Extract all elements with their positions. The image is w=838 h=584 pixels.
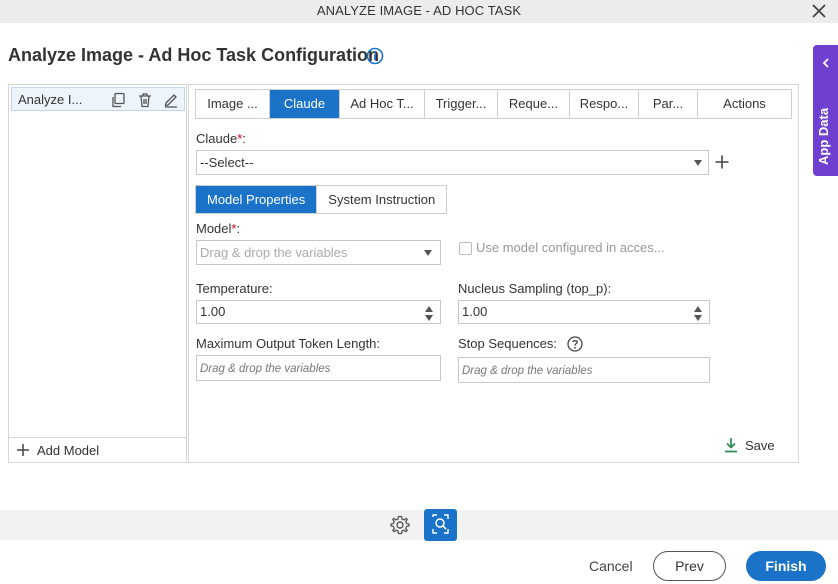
finish-button[interactable]: Finish [746,551,826,581]
tab-claude[interactable]: Claude [270,90,340,118]
tab-bar: Image ... Claude Ad Hoc T... Trigger... … [195,89,792,119]
use-model-checkbox-label: Use model configured in acces... [476,240,665,255]
window-titlebar: ANALYZE IMAGE - AD HOC TASK [0,0,838,23]
use-model-checkbox[interactable] [459,242,472,255]
subtab-model-properties[interactable]: Model Properties [196,186,317,213]
chevron-down-icon [694,160,702,166]
nucleus-sampling-value: 1.00 [462,304,488,319]
model-select[interactable]: Drag & drop the variables [196,240,441,265]
bottom-toolbar [0,510,838,540]
temperature-value: 1.00 [200,304,226,319]
plus-icon [17,444,29,456]
image-search-icon [432,514,449,534]
model-label: Model*: [196,221,240,236]
max-output-token-label: Maximum Output Token Length: [196,336,381,351]
claude-select-value: --Select-- [200,155,254,170]
stop-sequences-input[interactable]: Drag & drop the variables [458,357,710,383]
cancel-button[interactable]: Cancel [589,558,633,574]
window-title: ANALYZE IMAGE - AD HOC TASK [316,3,522,18]
tab-response[interactable]: Respo... [570,90,639,118]
subtab-system-instruction[interactable]: System Instruction [316,186,446,213]
temperature-label: Temperature: [196,281,273,296]
model-select-placeholder: Drag & drop the variables [200,245,348,260]
spin-up-icon[interactable] [425,306,433,312]
nucleus-sampling-label: Nucleus Sampling (top_p): [458,281,612,296]
stop-sequences-label: Stop Sequences: [458,336,558,351]
claude-label-text: Claude [196,131,238,146]
tab-ad-hoc-task[interactable]: Ad Hoc T... [340,90,425,118]
app-data-label: App Data [816,107,831,165]
model-item-label: Analyze I... [18,92,83,107]
tab-parameters[interactable]: Par... [639,90,698,118]
delete-icon[interactable] [137,92,153,108]
claude-select[interactable]: --Select-- [196,150,709,175]
add-model-label: Add Model [37,443,100,458]
stop-sequences-placeholder: Drag & drop the variables [462,365,593,377]
spin-up-icon[interactable] [694,306,702,312]
model-list-panel: Analyze I... Add Model [8,84,187,463]
add-model-button[interactable]: Add Model [9,437,186,462]
prev-button[interactable]: Prev [653,551,726,581]
edit-icon[interactable] [163,92,179,108]
chevron-left-icon [822,58,829,68]
tab-triggers[interactable]: Trigger... [425,90,498,118]
label-colon: : [236,221,241,236]
gear-icon[interactable] [389,514,411,536]
page-title: Analyze Image - Ad Hoc Task Configuratio… [8,45,380,65]
model-list-item[interactable]: Analyze I... [11,87,185,111]
app-data-tab[interactable]: App Data [813,45,838,176]
chevron-down-icon [424,250,432,256]
image-search-button[interactable] [424,509,457,541]
max-output-token-placeholder: Drag & drop the variables [200,363,331,375]
copy-icon[interactable] [110,92,126,108]
save-label: Save [745,438,775,453]
max-output-token-input[interactable]: Drag & drop the variables [196,355,441,381]
tab-actions[interactable]: Actions [698,90,791,118]
claude-label: Claude*: [196,131,246,146]
tab-request[interactable]: Reque... [498,90,570,118]
spin-down-icon[interactable] [694,315,702,321]
label-colon: : [242,131,246,146]
close-icon[interactable] [810,2,828,20]
model-label-text: Model [196,221,232,236]
nucleus-sampling-input[interactable]: 1.00 [458,300,710,324]
help-icon[interactable] [567,336,583,352]
subtab-bar: Model Properties System Instruction [195,185,448,214]
temperature-input[interactable]: 1.00 [196,300,441,324]
add-connection-plus-icon[interactable] [715,155,729,169]
info-icon[interactable] [366,47,384,65]
spin-down-icon[interactable] [425,315,433,321]
configuration-panel: Image ... Claude Ad Hoc T... Trigger... … [188,84,799,463]
tab-image[interactable]: Image ... [196,90,270,118]
download-icon [725,438,737,453]
